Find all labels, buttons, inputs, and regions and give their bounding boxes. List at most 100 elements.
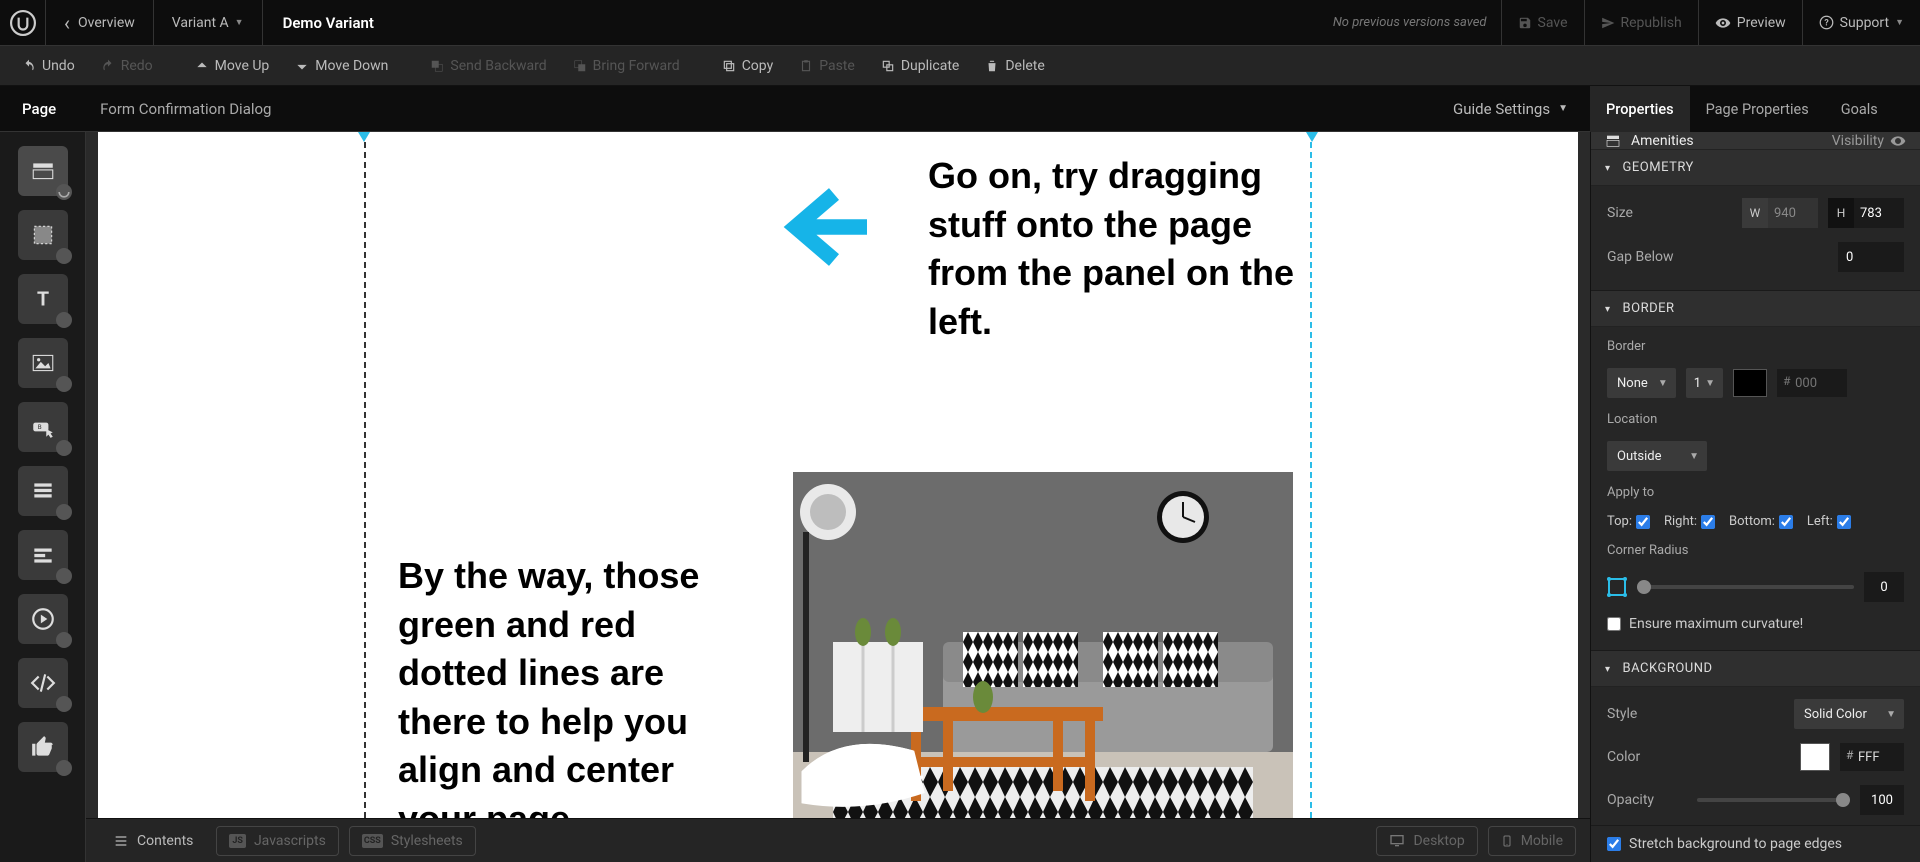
copy-button[interactable]: Copy	[712, 54, 784, 78]
image-widget[interactable]	[18, 338, 68, 388]
size-label: Size	[1607, 205, 1687, 221]
bg-color-label: Color	[1607, 749, 1687, 765]
background-section: Style Solid Color▼ Color # Opacity	[1591, 687, 1920, 826]
variant-dropdown[interactable]: Variant A ▼	[154, 0, 263, 46]
video-widget[interactable]	[18, 594, 68, 644]
stylesheets-button[interactable]: CSS Stylesheets	[349, 826, 476, 856]
arrow-up-icon	[195, 59, 209, 73]
paste-button[interactable]: Paste	[789, 54, 865, 78]
tab-properties[interactable]: Properties	[1590, 86, 1690, 132]
tab-form-confirmation[interactable]: Form Confirmation Dialog	[78, 86, 293, 132]
visibility-toggle[interactable]: Visibility	[1832, 133, 1906, 149]
html-widget[interactable]	[18, 658, 68, 708]
button-icon: B	[30, 414, 56, 440]
eye-icon	[1715, 15, 1731, 31]
embed-icon	[30, 542, 56, 568]
corner-radius-slider[interactable]	[1637, 585, 1854, 589]
headline-1[interactable]: Go on, try dragging stuff onto the page …	[928, 152, 1308, 346]
move-up-button[interactable]: Move Up	[185, 54, 280, 78]
guide-settings-button[interactable]: Guide Settings ▼	[1431, 86, 1590, 132]
border-location-select[interactable]: Outside▼	[1607, 441, 1707, 471]
bring-front-icon	[573, 59, 587, 73]
tab-page-properties[interactable]: Page Properties	[1690, 86, 1825, 132]
chevron-down-icon	[1605, 301, 1617, 316]
properties-panel: Amenities Visibility GEOMETRY Size W H	[1590, 132, 1920, 862]
geometry-section-header[interactable]: GEOMETRY	[1591, 150, 1920, 186]
ensure-curvature-checkbox[interactable]: Ensure maximum curvature!	[1607, 616, 1904, 632]
section-widget[interactable]	[18, 146, 68, 196]
height-input[interactable]	[1854, 198, 1904, 228]
guide-handle-icon[interactable]	[1306, 132, 1318, 144]
send-backward-button[interactable]: Send Backward	[420, 54, 556, 78]
contents-button[interactable]: Contents	[100, 826, 206, 856]
embed-widget[interactable]	[18, 530, 68, 580]
width-input[interactable]	[1768, 198, 1818, 228]
image-icon	[30, 350, 56, 376]
opacity-slider[interactable]	[1697, 798, 1850, 802]
opacity-input[interactable]	[1860, 785, 1904, 815]
stretch-background-checkbox[interactable]: Stretch background to page edges	[1591, 826, 1920, 862]
form-widget[interactable]	[18, 466, 68, 516]
guide-line-left	[364, 132, 366, 818]
tab-goals[interactable]: Goals	[1825, 86, 1894, 132]
opacity-label: Opacity	[1607, 792, 1687, 808]
overview-label: Overview	[78, 15, 135, 31]
copy-icon	[722, 59, 736, 73]
text-widget[interactable]: T	[18, 274, 68, 324]
delete-button[interactable]: Delete	[975, 54, 1054, 78]
apply-right[interactable]: Right:	[1664, 514, 1715, 529]
mobile-view-button[interactable]: Mobile	[1488, 826, 1576, 856]
border-width-select[interactable]: 1▼	[1686, 368, 1723, 398]
list-icon	[113, 833, 129, 849]
room-image[interactable]	[793, 472, 1293, 818]
save-button[interactable]: Save	[1501, 0, 1584, 46]
widget-expand-icon	[56, 376, 72, 392]
js-badge-icon: JS	[229, 834, 246, 848]
background-section-header[interactable]: BACKGROUND	[1591, 651, 1920, 687]
canvas-area[interactable]: Go on, try dragging stuff onto the page …	[86, 132, 1590, 818]
border-color-swatch[interactable]	[1733, 369, 1767, 397]
page-canvas[interactable]: Go on, try dragging stuff onto the page …	[98, 132, 1578, 818]
gap-input[interactable]	[1838, 242, 1904, 272]
variant-name: Demo Variant	[263, 14, 394, 32]
tab-page[interactable]: Page	[0, 86, 78, 132]
corner-radius-input[interactable]	[1864, 572, 1904, 602]
top-bar: Overview Variant A ▼ Demo Variant No pre…	[0, 0, 1920, 46]
save-status: No previous versions saved	[1333, 15, 1487, 30]
video-icon	[30, 606, 56, 632]
guide-handle-icon[interactable]	[358, 132, 370, 144]
javascripts-button[interactable]: JS Javascripts	[216, 826, 338, 856]
section-small-icon	[1605, 133, 1621, 149]
bg-color-swatch[interactable]	[1800, 743, 1830, 771]
caret-down-icon: ▼	[1558, 103, 1568, 114]
bg-style-select[interactable]: Solid Color▼	[1794, 699, 1904, 729]
border-section: Border None▼ 1▼ # Location Outside▼ Appl…	[1591, 327, 1920, 651]
widget-expand-icon	[56, 760, 72, 776]
republish-button[interactable]: Republish	[1584, 0, 1698, 46]
button-widget[interactable]: B	[18, 402, 68, 452]
redo-button[interactable]: Redo	[91, 54, 163, 78]
apply-left[interactable]: Left:	[1807, 514, 1851, 529]
overview-button[interactable]: Overview	[46, 0, 154, 46]
border-style-select[interactable]: None▼	[1607, 368, 1676, 398]
bring-forward-button[interactable]: Bring Forward	[563, 54, 690, 78]
apply-bottom[interactable]: Bottom:	[1729, 514, 1793, 529]
living-room-illustration	[793, 472, 1293, 818]
headline-2[interactable]: By the way, those green and red dotted l…	[398, 552, 738, 818]
arrow-left-icon	[768, 172, 878, 286]
apply-top[interactable]: Top:	[1607, 514, 1650, 529]
chevron-down-icon	[1605, 661, 1617, 676]
social-widget[interactable]	[18, 722, 68, 772]
border-section-header[interactable]: BORDER	[1591, 291, 1920, 327]
widget-expand-icon	[56, 440, 72, 456]
app-logo[interactable]	[0, 0, 46, 46]
desktop-view-button[interactable]: Desktop	[1376, 826, 1477, 856]
main-area: T B Go on, try dragging stuff onto the p…	[0, 132, 1920, 862]
support-button[interactable]: ? Support ▼	[1802, 0, 1920, 46]
css-badge-icon: CSS	[362, 834, 383, 848]
duplicate-button[interactable]: Duplicate	[871, 54, 970, 78]
preview-button[interactable]: Preview	[1698, 0, 1802, 46]
move-down-button[interactable]: Move Down	[285, 54, 398, 78]
box-widget[interactable]	[18, 210, 68, 260]
undo-button[interactable]: Undo	[12, 54, 85, 78]
